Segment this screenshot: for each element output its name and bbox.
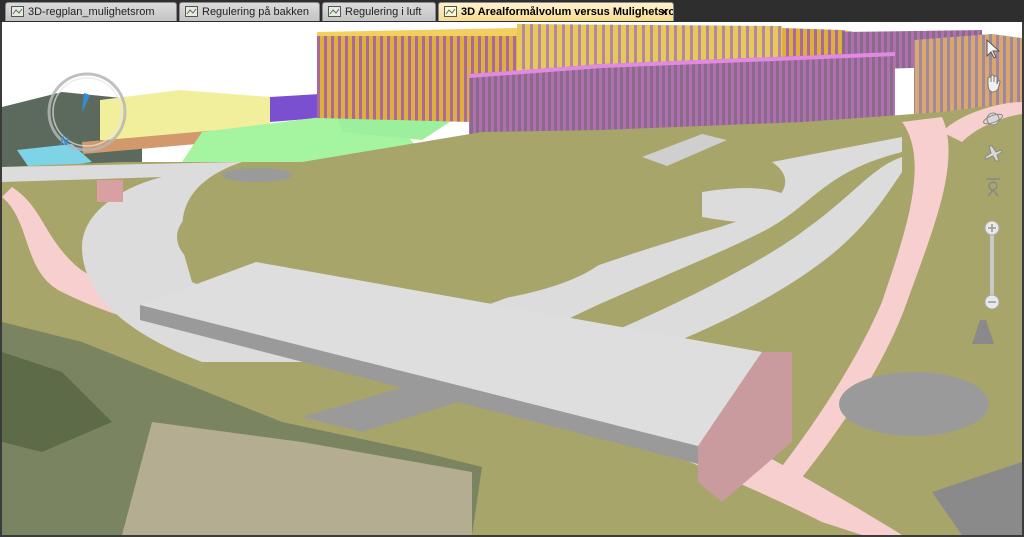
scene-document-icon [185, 6, 198, 17]
tab-label: 3D Arealformålvolum versus Mulighetsrom [461, 6, 674, 18]
close-tab-icon[interactable]: × [661, 3, 668, 21]
compass-ring-icon [47, 72, 127, 152]
3d-scene [2, 22, 1022, 535]
observer-icon[interactable] [982, 176, 1004, 198]
compass-control[interactable]: N [42, 67, 132, 157]
scene-document-icon [11, 6, 24, 17]
tab-regulering-pa-bakken[interactable]: Regulering på bakken [179, 2, 320, 21]
scene-document-icon [444, 6, 457, 17]
pan-hand-icon[interactable] [982, 72, 1004, 94]
building-violet-low [270, 94, 320, 122]
tab-label: 3D-regplan_mulighetsrom [28, 6, 155, 18]
roundabout-right-disc [839, 372, 989, 436]
small-structure [97, 180, 123, 202]
tab-label: Regulering på bakken [202, 6, 310, 18]
zoom-slider-track [984, 220, 1000, 310]
compass-north-label: N [60, 134, 69, 148]
tab-label: Regulering i luft [345, 6, 422, 18]
orbit-globe-icon[interactable] [982, 108, 1004, 130]
document-tab-bar: 3D-regplan_mulighetsrom Regulering på ba… [0, 0, 1024, 22]
manhole-disc [222, 168, 292, 182]
3d-scene-viewport[interactable]: N [2, 22, 1022, 535]
tab-regulering-i-luft[interactable]: Regulering i luft [322, 2, 436, 21]
fly-icon[interactable] [982, 142, 1004, 164]
select-arrow-icon[interactable] [982, 38, 1004, 60]
tab-3d-regplan-mulighetsrom[interactable]: 3D-regplan_mulighetsrom [5, 2, 177, 21]
tab-3d-arealformalvolum[interactable]: 3D Arealformålvolum versus Mulighetsrom … [438, 2, 674, 21]
road-ramp [702, 188, 794, 222]
zoom-slider[interactable] [980, 218, 1004, 310]
scene-document-icon [328, 6, 341, 17]
tilt-control-icon[interactable] [968, 316, 998, 346]
